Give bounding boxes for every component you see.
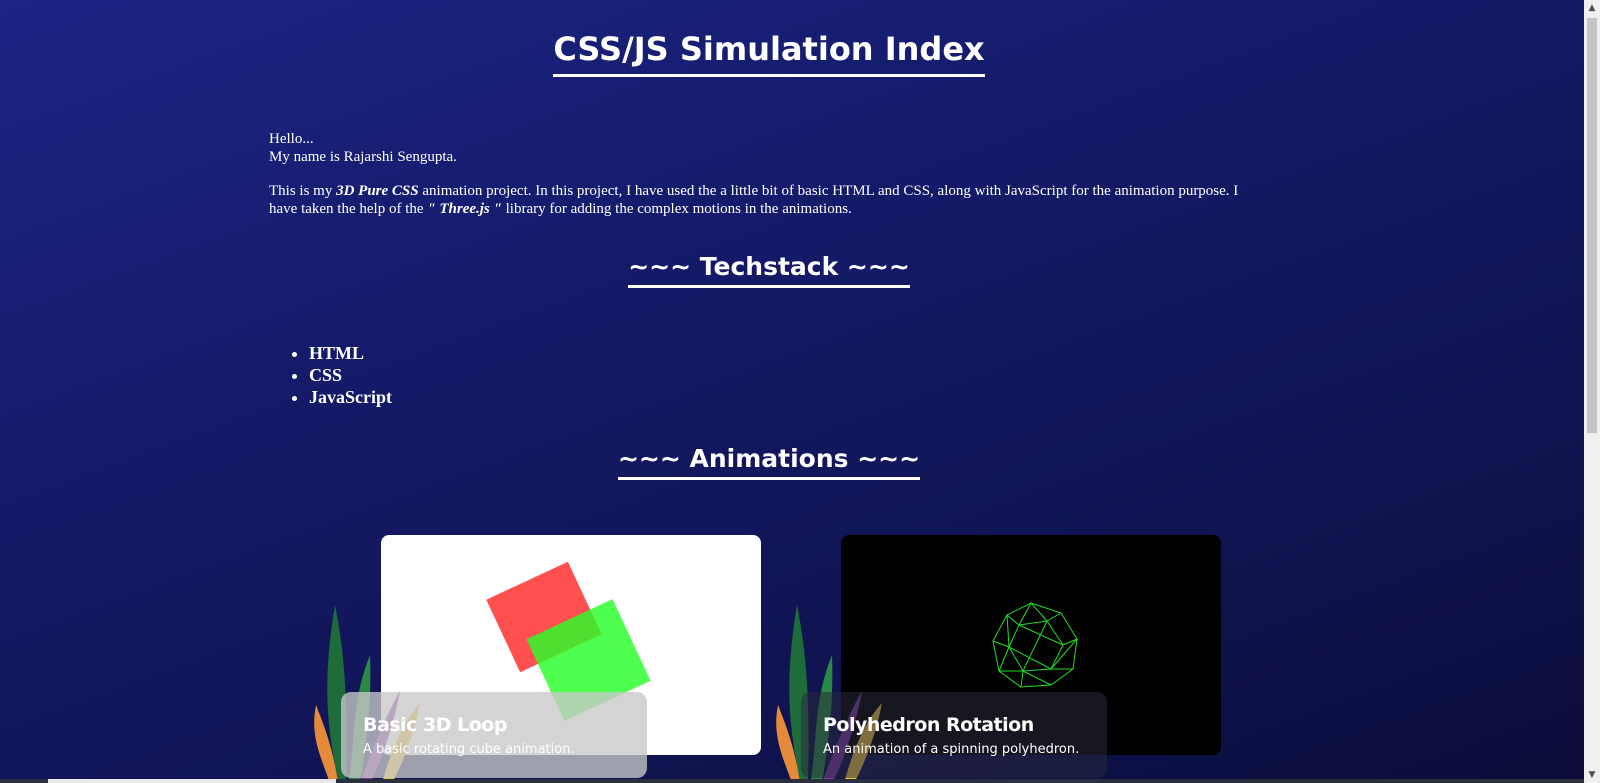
- horizontal-scrollbar[interactable]: [0, 779, 1584, 783]
- techstack-list: HTML CSS JavaScript: [269, 342, 392, 408]
- intro: Hello... My name is Rajarshi Sengupta. T…: [269, 130, 1249, 234]
- card-label-polyhedron-rotation[interactable]: Polyhedron Rotation An animation of a sp…: [801, 692, 1107, 778]
- card-title: Polyhedron Rotation: [823, 714, 1034, 736]
- list-item: JavaScript: [309, 386, 392, 408]
- card-description: A basic rotating cube animation.: [363, 742, 575, 757]
- list-item: HTML: [309, 342, 392, 364]
- card-title: Basic 3D Loop: [363, 714, 507, 736]
- page-title-wrap: CSS/JS Simulation Index: [0, 30, 1538, 77]
- triangle-down-icon[interactable]: ▼: [1584, 767, 1600, 783]
- vertical-scroll-thumb[interactable]: [1587, 18, 1597, 433]
- card-description: An animation of a spinning polyhedron.: [823, 742, 1080, 757]
- list-item: CSS: [309, 364, 392, 386]
- intro-paragraph: This is my 3D Pure CSS animation project…: [269, 182, 1249, 218]
- techstack-title-wrap: ~~~ Techstack ~~~: [0, 252, 1538, 288]
- horizontal-scroll-thumb[interactable]: [48, 779, 336, 783]
- intro-name: My name is Rajarshi Sengupta.: [269, 149, 457, 165]
- intro-text-3: library for adding the complex motions i…: [501, 201, 852, 217]
- card-label-basic-3d-loop[interactable]: Basic 3D Loop A basic rotating cube anim…: [341, 692, 647, 778]
- intro-text-1: This is my: [269, 183, 337, 199]
- intro-greeting: Hello...: [269, 131, 314, 147]
- techstack-title: ~~~ Techstack ~~~: [628, 252, 910, 288]
- intro-bold: 3D Pure CSS: [336, 183, 419, 199]
- animations-title-wrap: ~~~ Animations ~~~: [0, 444, 1538, 480]
- triangle-up-icon[interactable]: ▲: [1584, 0, 1600, 16]
- intro-library: " Three.js ": [427, 201, 502, 217]
- page: CSS/JS Simulation Index Hello... My name…: [0, 0, 1584, 783]
- page-title: CSS/JS Simulation Index: [553, 30, 985, 77]
- animations-title: ~~~ Animations ~~~: [617, 444, 921, 480]
- vertical-scrollbar[interactable]: ▲ ▼: [1584, 0, 1600, 783]
